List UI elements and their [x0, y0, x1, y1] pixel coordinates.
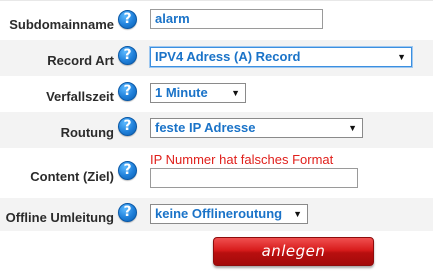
chevron-down-icon: ▼	[397, 52, 406, 62]
record-type-select[interactable]: IPV4 Adress (A) Record ▼	[150, 47, 412, 67]
help-icon[interactable]: ?	[118, 203, 137, 222]
chevron-down-icon: ▼	[231, 88, 240, 98]
row-record-type: Record Art ? IPV4 Adress (A) Record ▼	[0, 40, 433, 76]
chevron-down-icon: ▼	[293, 209, 302, 219]
ttl-label: Verfallszeit	[46, 89, 114, 104]
row-offline: Offline Umleitung ? keine Offlineroutung…	[0, 198, 433, 231]
anlegen-button[interactable]: anlegen	[213, 237, 374, 266]
offline-label: Offline Umleitung	[5, 210, 114, 225]
ttl-select[interactable]: 1 Minute ▼	[150, 83, 246, 103]
help-icon[interactable]: ?	[118, 10, 137, 29]
offline-select[interactable]: keine Offlineroutung ▼	[150, 204, 308, 224]
help-icon[interactable]: ?	[118, 161, 137, 180]
routing-selected: feste IP Adresse	[155, 120, 256, 135]
row-routing: Routung ? feste IP Adresse ▼	[0, 112, 433, 148]
record-type-label: Record Art	[47, 53, 114, 68]
chevron-down-icon: ▼	[348, 123, 357, 133]
routing-select[interactable]: feste IP Adresse ▼	[150, 118, 363, 138]
ttl-selected: 1 Minute	[155, 85, 208, 100]
routing-label: Routung	[60, 125, 114, 140]
offline-selected: keine Offlineroutung	[155, 206, 283, 221]
help-icon[interactable]: ?	[118, 117, 137, 136]
row-subdomain: Subdomainname ? alarm	[0, 4, 433, 40]
subdomain-input[interactable]: alarm	[150, 9, 323, 29]
top-divider	[0, 0, 433, 1]
record-type-selected: IPV4 Adress (A) Record	[155, 49, 301, 64]
subdomain-label: Subdomainname	[9, 17, 114, 32]
help-icon[interactable]: ?	[118, 46, 137, 65]
content-input[interactable]	[150, 168, 358, 188]
help-icon[interactable]: ?	[118, 82, 137, 101]
content-error-message: IP Nummer hat falsches Format	[150, 152, 334, 167]
row-content: Content (Ziel) ? IP Nummer hat falsches …	[0, 148, 433, 198]
row-ttl: Verfallszeit ? 1 Minute ▼	[0, 76, 433, 112]
content-label: Content (Ziel)	[30, 169, 114, 184]
